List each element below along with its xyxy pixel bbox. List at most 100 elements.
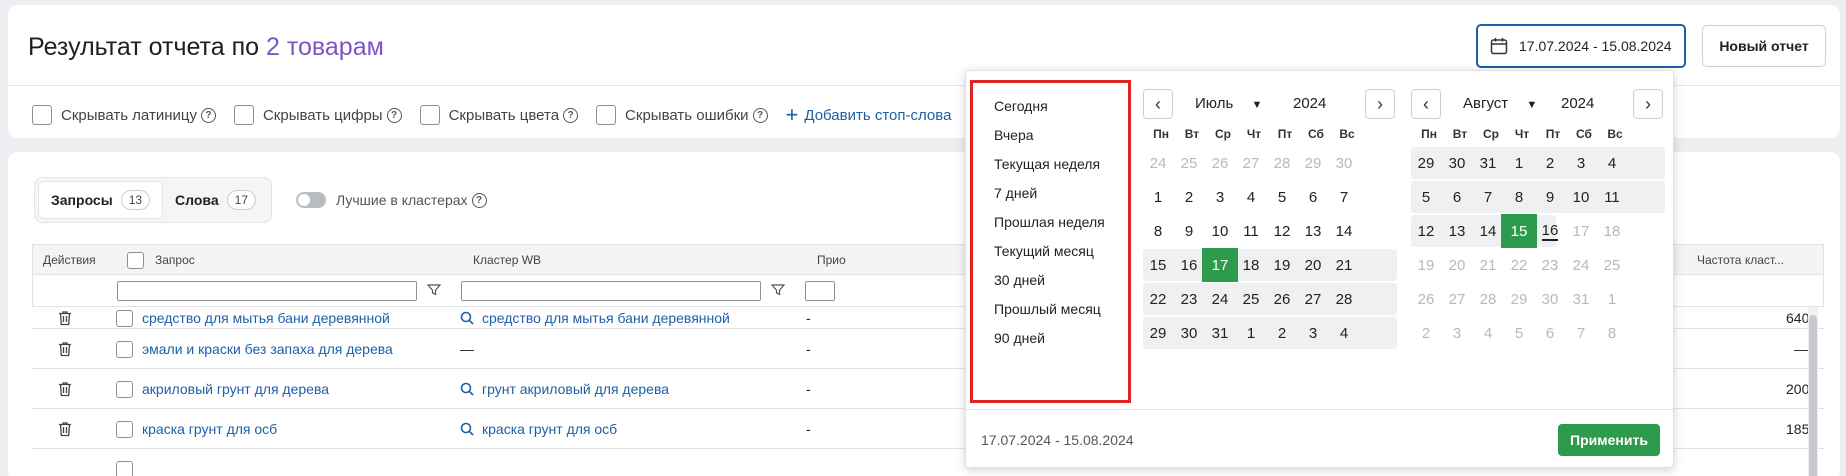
calendar-day[interactable]: 8 bbox=[1594, 316, 1630, 350]
calendar-day[interactable]: 1 bbox=[1594, 282, 1630, 316]
title-prefix: Результат отчета по bbox=[28, 33, 260, 61]
cluster-link[interactable]: грунт акриловый для дерева bbox=[482, 381, 669, 397]
col-partial-header[interactable]: Прио bbox=[817, 245, 846, 275]
preset-list: Сегодня Вчера Текущая неделя 7 дней Прош… bbox=[970, 80, 1131, 403]
delete-icon[interactable] bbox=[58, 369, 72, 409]
col-query-header[interactable]: Запрос bbox=[155, 245, 195, 275]
preset-last-month[interactable]: Прошлый месяц bbox=[994, 301, 1101, 317]
row-checkbox[interactable] bbox=[116, 309, 133, 327]
calendar-day[interactable]: 18 bbox=[1594, 214, 1630, 248]
preset-current-month[interactable]: Текущий месяц bbox=[994, 243, 1094, 259]
query-link[interactable]: эмали и краски без запаха для дерева bbox=[142, 329, 393, 369]
hide-digits-checkbox[interactable] bbox=[233, 105, 254, 125]
row-checkbox-cell[interactable] bbox=[116, 369, 133, 409]
row-checkbox-cell[interactable] bbox=[116, 409, 133, 449]
calendar-day[interactable]: 21 bbox=[1326, 248, 1362, 282]
month-label: Июль bbox=[1195, 95, 1234, 112]
prev-month-button[interactable]: ‹ bbox=[1411, 89, 1441, 119]
row-checkbox-cell[interactable] bbox=[116, 307, 133, 329]
partial-cell: - bbox=[806, 421, 811, 437]
delete-icon[interactable] bbox=[58, 329, 72, 369]
plus-icon: + bbox=[785, 102, 799, 127]
row-checkbox[interactable] bbox=[116, 420, 133, 438]
weekday-label: Вс bbox=[1339, 127, 1355, 141]
month-select-right[interactable]: Август ▼ bbox=[1463, 95, 1537, 112]
row-checkbox-cell[interactable] bbox=[116, 449, 133, 476]
col-freq-header[interactable]: Частота класт... bbox=[1697, 245, 1784, 275]
col-cluster-header[interactable]: Кластер WB bbox=[473, 245, 541, 275]
date-range-button[interactable]: 17.07.2024 - 15.08.2024 bbox=[1476, 24, 1686, 68]
help-icon[interactable]: ? bbox=[386, 107, 402, 123]
preset-90-days[interactable]: 90 дней bbox=[994, 330, 1045, 346]
calendar-day[interactable]: 4 bbox=[1326, 316, 1362, 350]
help-icon[interactable]: ? bbox=[752, 107, 768, 123]
row-checkbox[interactable] bbox=[116, 380, 133, 398]
query-link[interactable]: акриловый грунт для дерева bbox=[142, 369, 329, 409]
calendar-day[interactable]: 30 bbox=[1326, 146, 1362, 180]
col-actions-header: Действия bbox=[43, 253, 96, 267]
search-icon bbox=[460, 311, 474, 325]
select-all-checkbox-cell[interactable] bbox=[127, 245, 144, 275]
calendar-day[interactable]: 28 bbox=[1326, 282, 1362, 316]
cluster-cell[interactable]: грунт акриловый для дерева bbox=[460, 369, 669, 409]
table-scrollbar[interactable] bbox=[1808, 307, 1818, 476]
row-checkbox[interactable] bbox=[116, 460, 133, 476]
preset-30-days[interactable]: 30 дней bbox=[994, 272, 1045, 288]
query-filter-input[interactable] bbox=[117, 281, 417, 301]
calendar-day[interactable]: 25 bbox=[1594, 248, 1630, 282]
year-label-left[interactable]: 2024 bbox=[1293, 95, 1326, 112]
tab-words[interactable]: Слова 17 bbox=[163, 181, 268, 219]
preset-today[interactable]: Сегодня bbox=[994, 98, 1048, 114]
cluster-link[interactable]: средство для мытья бани деревянной bbox=[482, 310, 730, 326]
delete-icon[interactable] bbox=[58, 307, 72, 329]
calendar-day[interactable]: 4 bbox=[1594, 146, 1630, 180]
cluster-filter-input[interactable] bbox=[461, 281, 761, 301]
help-icon[interactable]: ? bbox=[200, 107, 216, 123]
hide-errors-label: Скрывать ошибки bbox=[625, 106, 749, 124]
results-tabs: Запросы 13 Слова 17 bbox=[34, 177, 272, 223]
preset-current-week[interactable]: Текущая неделя bbox=[994, 156, 1100, 172]
freq-cell: 185 bbox=[1786, 421, 1810, 437]
next-month-button[interactable]: › bbox=[1365, 89, 1395, 119]
row-checkbox[interactable] bbox=[116, 340, 133, 358]
filter-funnel-icon[interactable] bbox=[427, 283, 441, 297]
row-checkbox-cell[interactable] bbox=[116, 329, 133, 369]
partial-filter-input[interactable] bbox=[805, 281, 835, 301]
cluster-cell[interactable]: средство для мытья бани деревянной bbox=[460, 307, 730, 329]
new-report-button[interactable]: Новый отчет bbox=[1702, 25, 1826, 67]
hide-errors-checkbox[interactable] bbox=[596, 105, 617, 125]
filter-hide-digits[interactable]: Скрывать цифры ? bbox=[233, 105, 402, 125]
filter-hide-colors[interactable]: Скрывать цвета ? bbox=[419, 105, 579, 125]
preset-yesterday[interactable]: Вчера bbox=[994, 127, 1034, 143]
filter-funnel-icon[interactable] bbox=[771, 283, 785, 297]
hide-latin-checkbox[interactable] bbox=[32, 105, 52, 125]
year-label-right[interactable]: 2024 bbox=[1561, 95, 1594, 112]
preset-7-days[interactable]: 7 дней bbox=[994, 185, 1037, 201]
help-icon[interactable]: ? bbox=[471, 192, 487, 208]
cluster-link[interactable]: краска грунт для осб bbox=[482, 421, 617, 437]
hide-colors-checkbox[interactable] bbox=[419, 105, 440, 125]
calendar-day[interactable]: 7 bbox=[1326, 180, 1362, 214]
cluster-cell[interactable]: краска грунт для осб bbox=[460, 409, 617, 449]
best-in-clusters-toggle[interactable] bbox=[296, 192, 326, 208]
add-stop-words-link[interactable]: + Добавить стоп-слова bbox=[786, 104, 952, 126]
prev-month-button[interactable]: ‹ bbox=[1143, 89, 1173, 119]
tab-queries[interactable]: Запросы 13 bbox=[38, 181, 164, 219]
calendar-day[interactable]: 11 bbox=[1594, 180, 1630, 214]
filter-hide-errors[interactable]: Скрывать ошибки ? bbox=[596, 105, 768, 125]
calendar-day[interactable]: 14 bbox=[1326, 214, 1362, 248]
chevron-down-icon: ▼ bbox=[1251, 99, 1263, 111]
selected-range-text: 17.07.2024 - 15.08.2024 bbox=[981, 432, 1134, 448]
query-link[interactable]: краска грунт для осб bbox=[142, 409, 277, 449]
delete-icon[interactable] bbox=[58, 409, 72, 449]
filter-hide-latin[interactable]: Скрывать латиницу ? bbox=[32, 105, 216, 125]
next-month-button[interactable]: › bbox=[1633, 89, 1663, 119]
month-select-left[interactable]: Июль ▼ bbox=[1195, 95, 1262, 112]
scrollbar-thumb[interactable] bbox=[1809, 315, 1817, 476]
select-all-checkbox[interactable] bbox=[127, 251, 144, 269]
preset-last-week[interactable]: Прошлая неделя bbox=[994, 214, 1105, 230]
apply-button[interactable]: Применить bbox=[1558, 424, 1660, 456]
query-link[interactable]: средство для мытья бани деревянной bbox=[142, 307, 390, 329]
calendar-left: ‹ Июль ▼ 2024 › Пн Вт Ср Чт Пт Сб Вс 24 25 26 27 28… bbox=[1143, 89, 1397, 349]
help-icon[interactable]: ? bbox=[563, 107, 579, 123]
